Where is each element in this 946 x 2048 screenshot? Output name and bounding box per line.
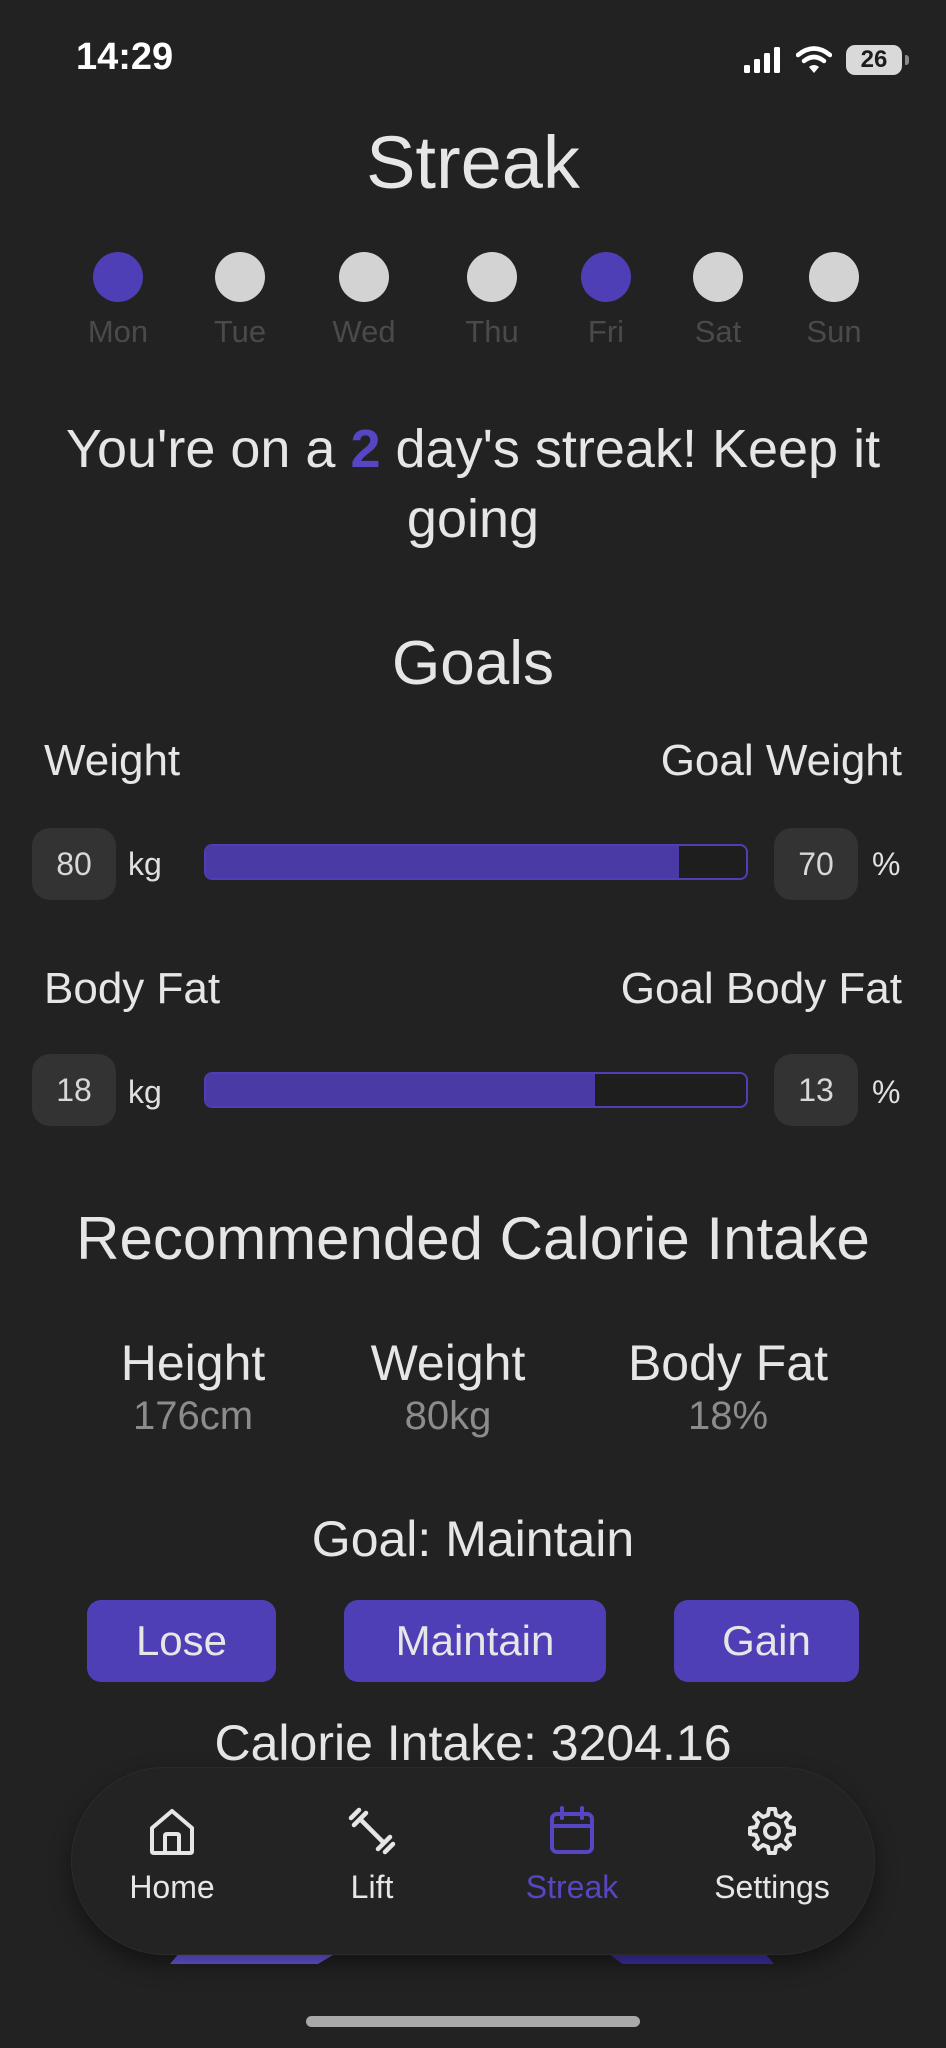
goal-body-fat-input[interactable]: 13 xyxy=(774,1054,858,1126)
day-label: Thu xyxy=(465,314,519,349)
day-mon: Mon xyxy=(68,252,168,350)
day-dot xyxy=(809,252,859,302)
streak-title: Streak xyxy=(366,121,580,204)
home-indicator xyxy=(306,2016,640,2027)
day-dot xyxy=(339,252,389,302)
day-label: Tue xyxy=(213,314,267,349)
weight-input[interactable]: 80 xyxy=(32,828,116,900)
weight-label: Weight xyxy=(44,736,181,785)
lose-button[interactable]: Lose xyxy=(87,1600,276,1682)
day-label: Fri xyxy=(587,314,625,349)
goal-weight-label: Goal Weight xyxy=(660,736,902,785)
home-icon xyxy=(150,1809,194,1855)
goal-body-fat-unit: % xyxy=(872,1074,901,1110)
day-label: Wed xyxy=(332,314,396,349)
stat-label: Weight xyxy=(370,1335,526,1391)
day-dot xyxy=(215,252,265,302)
calorie-title: Recommended Calorie Intake xyxy=(76,1205,870,1272)
day-wed: Wed xyxy=(314,252,414,350)
status-time: 14:29 xyxy=(76,36,174,78)
weight-unit: kg xyxy=(128,846,162,882)
day-dot xyxy=(581,252,631,302)
goal-body-fat-label: Goal Body Fat xyxy=(620,964,902,1013)
weight-progress-fill xyxy=(206,846,679,878)
day-fri: Fri xyxy=(556,252,656,350)
calorie-intake: Calorie Intake: 3204.16 xyxy=(214,1715,732,1771)
day-label: Sat xyxy=(694,314,742,349)
streak-message-prefix: You're on a xyxy=(65,419,351,479)
day-sat: Sat xyxy=(668,252,768,350)
status-icons: 26 xyxy=(744,40,909,80)
streak-message: You're on a 2 day's streak! Keep it goin… xyxy=(40,414,906,554)
streak-count: 2 xyxy=(350,419,381,479)
nav-label: Lift xyxy=(350,1869,394,1905)
nav-label: Settings xyxy=(714,1869,830,1905)
day-label: Mon xyxy=(87,314,149,349)
day-sun: Sun xyxy=(784,252,884,350)
stat-body-fat: Body Fat 18% xyxy=(608,1334,848,1439)
calendar-icon xyxy=(550,1806,594,1854)
goal-weight-unit: % xyxy=(872,846,901,882)
gain-button[interactable]: Gain xyxy=(674,1600,859,1682)
body-fat-unit: kg xyxy=(128,1074,162,1110)
nav-lift[interactable]: Lift xyxy=(272,1768,472,1954)
nav-label: Streak xyxy=(525,1869,619,1905)
streak-message-suffix: day's streak! Keep it going xyxy=(380,419,881,549)
day-dot xyxy=(93,252,143,302)
stat-value: 80kg xyxy=(404,1394,492,1438)
body-fat-progress-fill xyxy=(206,1074,595,1106)
day-label: Sun xyxy=(806,314,862,349)
weight-progress-bar xyxy=(204,844,748,880)
battery-icon: 26 xyxy=(846,45,909,75)
stat-label: Height xyxy=(120,1335,266,1391)
wifi-icon xyxy=(796,46,832,73)
week-days: Mon Tue Wed Thu Fri Sat Sun xyxy=(72,252,880,362)
body-fat-input[interactable]: 18 xyxy=(32,1054,116,1126)
stat-weight: Weight 80kg xyxy=(348,1334,548,1439)
stat-value: 176cm xyxy=(132,1394,254,1438)
day-dot xyxy=(693,252,743,302)
day-thu: Thu xyxy=(442,252,542,350)
body-fat-label: Body Fat xyxy=(44,964,221,1013)
stat-label: Body Fat xyxy=(627,1335,829,1391)
gear-icon xyxy=(748,1807,796,1855)
stat-height: Height 176cm xyxy=(93,1334,293,1439)
goals-title: Goals xyxy=(392,629,554,698)
nav-label: Home xyxy=(129,1869,215,1905)
stat-value: 18% xyxy=(687,1394,769,1438)
day-tue: Tue xyxy=(190,252,290,350)
signal-icon xyxy=(744,47,780,73)
maintain-button[interactable]: Maintain xyxy=(344,1600,606,1682)
nav-home[interactable]: Home xyxy=(72,1768,272,1954)
goal-line: Goal: Maintain xyxy=(311,1511,635,1567)
body-fat-progress-bar xyxy=(204,1072,748,1108)
bottom-nav: Home Lift Streak Settings xyxy=(72,1768,874,1954)
day-dot xyxy=(467,252,517,302)
dumbbell-icon xyxy=(348,1807,396,1855)
nav-settings[interactable]: Settings xyxy=(672,1768,872,1954)
nav-streak[interactable]: Streak xyxy=(472,1768,672,1954)
goal-weight-input[interactable]: 70 xyxy=(774,828,858,900)
